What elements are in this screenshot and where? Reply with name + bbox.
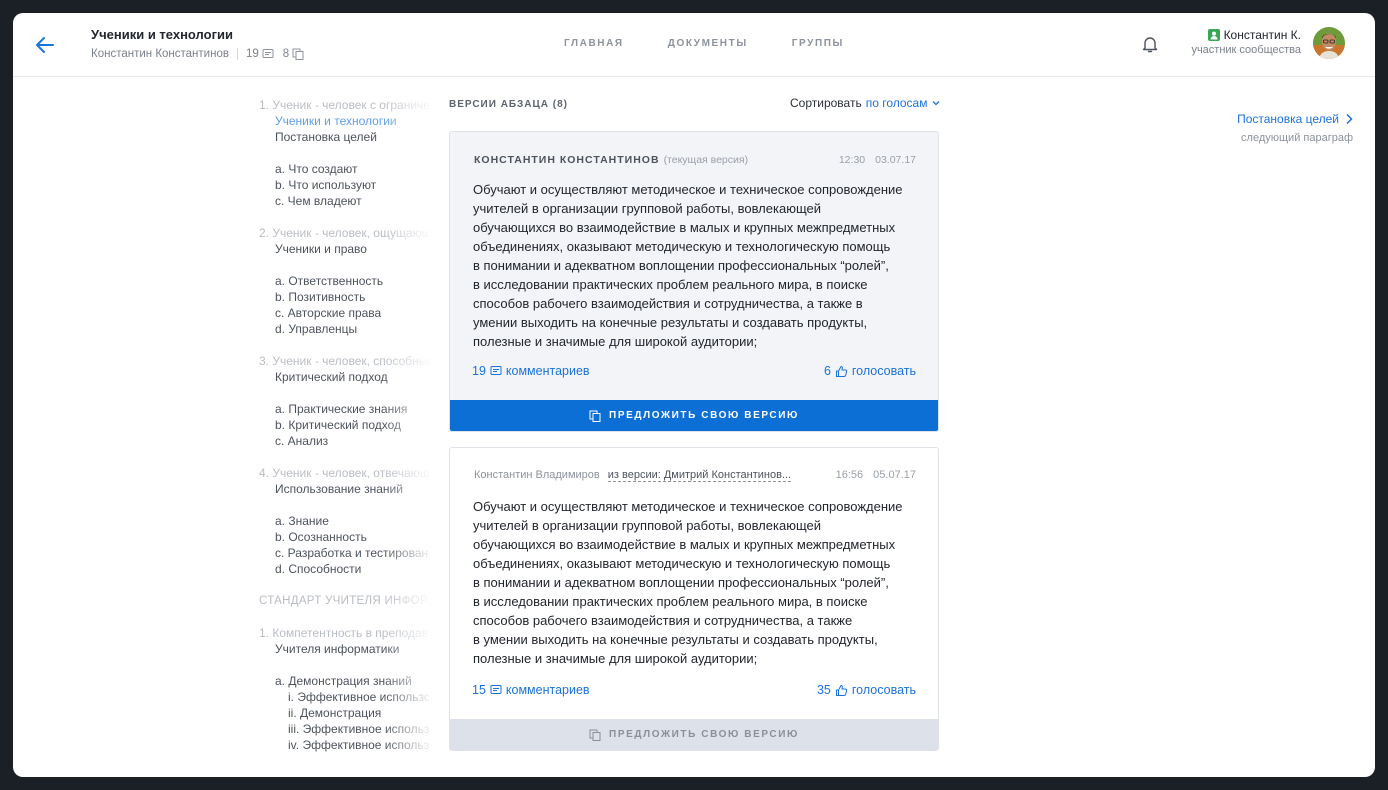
comments-link[interactable]: 19 комментариев — [472, 364, 590, 378]
vote-button[interactable]: 35 голосовать — [817, 683, 916, 697]
next-paragraph-title: Постановка целей — [1237, 112, 1339, 126]
divider — [236, 48, 238, 60]
version-author[interactable]: Константин Владимиров — [474, 469, 600, 482]
main-nav: ГЛАВНАЯ ДОКУМЕНТЫ ГРУППЫ — [564, 38, 844, 49]
suggest-version-button[interactable]: ПРЕДЛОЖИТЬ СВОЮ ВЕРСИЮ — [450, 719, 938, 750]
comments-counter[interactable]: 19 — [246, 48, 274, 60]
suggest-version-label: ПРЕДЛОЖИТЬ СВОЮ ВЕРСИЮ — [609, 729, 799, 740]
comments-count: 19 — [245, 48, 259, 60]
version-text: Обучают и осуществляют методическое и те… — [473, 499, 903, 666]
comment-icon — [262, 49, 274, 58]
nav-groups[interactable]: ГРУППЫ — [792, 38, 844, 49]
version-card-current: КОНСТАНТИН КОНСТАНТИНОВ (текущая версия)… — [449, 131, 939, 432]
vote-label: голосовать — [851, 683, 916, 697]
versions-heading: ВЕРСИИ АБЗАЦА (8) — [449, 99, 568, 110]
user-menu[interactable]: Константин К. участник сообщества — [1191, 28, 1301, 56]
comments-count: 19 — [472, 364, 486, 378]
vote-button[interactable]: 6 голосовать — [824, 364, 916, 378]
comments-count: 15 — [472, 683, 486, 697]
user-badge-icon — [1207, 29, 1220, 41]
sort-label: Сортировать — [790, 96, 862, 110]
back-arrow-icon[interactable] — [33, 33, 57, 57]
suggest-version-label: ПРЕДЛОЖИТЬ СВОЮ ВЕРСИЮ — [609, 410, 799, 421]
user-role: участник сообщества — [1191, 44, 1301, 56]
version-text: Обучают и осуществляют методическое и те… — [473, 182, 903, 349]
comment-icon — [490, 685, 502, 694]
documents-counter[interactable]: 8 — [283, 48, 304, 60]
version-time: 12:30 — [838, 154, 866, 166]
current-version-tag: (текущая версия) — [663, 154, 749, 166]
documents-count: 8 — [282, 48, 290, 60]
sort-value[interactable]: по голосам — [866, 96, 928, 110]
chevron-right-icon — [1346, 113, 1353, 125]
version-time: 16:56 — [835, 469, 864, 481]
document-title: Ученики и технологии — [91, 27, 233, 42]
vote-label: голосовать — [851, 364, 916, 378]
copy-icon — [292, 48, 304, 60]
user-name: Константин К. — [1223, 28, 1301, 42]
avatar[interactable] — [1313, 27, 1345, 59]
sort-control[interactable]: Сортировать по голосам — [790, 96, 941, 110]
version-card: Константин Владимиров из версии: Дмитрий… — [449, 447, 939, 751]
comments-label: комментариев — [505, 364, 590, 378]
version-date: 05.07.17 — [873, 469, 916, 481]
chevron-down-icon[interactable] — [931, 98, 941, 108]
notifications-bell-icon[interactable] — [1140, 34, 1160, 54]
next-paragraph-subtitle: следующий параграф — [1241, 132, 1353, 144]
next-paragraph-link[interactable]: Постановка целей следующий параграф — [1237, 112, 1353, 144]
toc-fade-overlay — [383, 93, 443, 777]
comments-link[interactable]: 15 комментариев — [472, 683, 590, 697]
thumbs-up-icon — [835, 365, 848, 377]
nav-home[interactable]: ГЛАВНАЯ — [564, 38, 624, 49]
version-date: 03.07.17 — [875, 154, 916, 166]
votes-count: 6 — [823, 364, 831, 378]
version-author[interactable]: КОНСТАНТИН КОНСТАНТИНОВ — [474, 154, 660, 166]
thumbs-up-icon — [835, 684, 848, 696]
copy-icon — [589, 410, 601, 422]
source-version-link[interactable]: из версии: Дмитрий Константинов... — [607, 469, 792, 482]
app-window: Ученики и технологии Константин Констант… — [13, 13, 1375, 777]
suggest-version-button[interactable]: ПРЕДЛОЖИТЬ СВОЮ ВЕРСИЮ — [450, 400, 938, 431]
copy-icon — [589, 729, 601, 741]
document-meta: Константин Константинов 19 8 — [91, 48, 313, 60]
top-bar: Ученики и технологии Константин Констант… — [13, 13, 1375, 77]
nav-documents[interactable]: ДОКУМЕНТЫ — [668, 38, 748, 49]
votes-count: 35 — [816, 683, 831, 697]
document-author[interactable]: Константин Константинов — [91, 48, 229, 60]
comment-icon — [490, 366, 502, 375]
comments-label: комментариев — [505, 683, 590, 697]
